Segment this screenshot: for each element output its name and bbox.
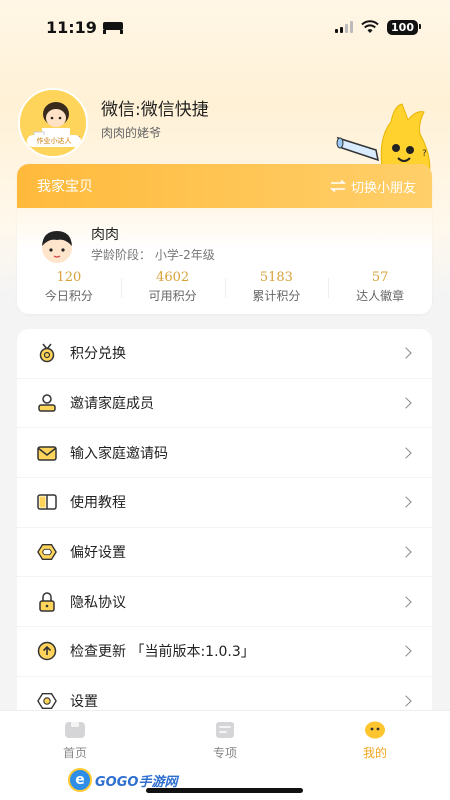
tab-label: 首页 <box>62 746 87 760</box>
menu-item-invite-family[interactable]: 邀请家庭成员 <box>17 379 432 429</box>
update-icon <box>37 641 57 661</box>
chevron-right-icon <box>400 645 412 658</box>
menu-item-privacy[interactable]: 隐私协议 <box>17 577 432 628</box>
diamond-icon <box>37 542 57 562</box>
home-icon <box>65 722 85 738</box>
stat-total-points[interactable]: 5183 累计积分 <box>224 270 329 304</box>
status-bar: 11:19 100 <box>0 0 450 54</box>
stat-today-points[interactable]: 120 今日积分 <box>17 270 121 304</box>
chevron-right-icon <box>400 397 412 409</box>
menu-label: 偏好设置 <box>70 545 126 562</box>
menu-item-tutorial[interactable]: 使用教程 <box>17 478 432 528</box>
svg-text:?: ? <box>422 149 427 159</box>
tab-label: 专项 <box>212 746 237 760</box>
menu-item-points-exchange[interactable]: 积分兑换 <box>17 329 432 379</box>
tab-mine[interactable]: 我的 <box>300 711 450 800</box>
menu-item-enter-invite-code[interactable]: 输入家庭邀请码 <box>17 428 432 479</box>
stage-label: 学龄阶段： <box>91 248 152 262</box>
watermark-text: GOGO手游网 <box>95 774 178 790</box>
chevron-right-icon <box>400 496 412 509</box>
settings-icon <box>37 691 57 711</box>
swap-icon <box>329 180 346 192</box>
stat-label: 累计积分 <box>252 289 301 303</box>
user-avatar[interactable]: 作业小达人 <box>18 88 88 158</box>
switch-child-label: 切换小朋友 <box>350 180 416 196</box>
stat-label: 今日积分 <box>44 289 93 303</box>
stat-badges[interactable]: 57 达人徽章 <box>328 270 432 304</box>
cellular-signal-icon <box>335 21 354 33</box>
menu-label: 输入家庭邀请码 <box>70 445 168 462</box>
menu-label: 隐私协议 <box>70 594 126 611</box>
menu-label: 积分兑换 <box>70 346 126 363</box>
settings-menu: 积分兑换 邀请家庭成员 输入家庭邀请码 使用教程 偏好设置 隐私协议 检查更新 … <box>17 329 432 729</box>
profile-name: 微信:微信快捷 <box>101 100 209 120</box>
stage-value: 小学-2年级 <box>154 248 215 262</box>
stat-value: 4602 <box>156 270 190 285</box>
envelope-icon <box>37 443 57 463</box>
stat-label: 可用积分 <box>148 289 197 303</box>
invite-icon <box>37 393 57 413</box>
chevron-right-icon <box>400 546 412 558</box>
menu-label: 检查更新 「当前版本:1.0.3」 <box>70 644 255 661</box>
menu-label: 设置 <box>70 694 98 711</box>
stat-label: 达人徽章 <box>356 289 405 303</box>
home-indicator <box>146 788 303 793</box>
child-avatar[interactable] <box>37 226 77 266</box>
switch-child-button[interactable]: 切换小朋友 <box>329 177 416 196</box>
stat-value: 120 <box>56 270 82 285</box>
chevron-right-icon <box>400 695 412 707</box>
family-card-header: 我家宝贝 切换小朋友 <box>17 164 432 208</box>
menu-label: 使用教程 <box>70 495 126 512</box>
avatar-badge: 作业小达人 <box>27 135 81 147</box>
menu-label: 邀请家庭成员 <box>70 396 154 413</box>
family-title: 我家宝贝 <box>37 179 93 195</box>
watermark-logo-icon: e <box>68 768 92 792</box>
stat-value: 57 <box>371 270 389 285</box>
chevron-right-icon <box>400 447 412 459</box>
child-name: 肉肉 <box>91 227 119 243</box>
stat-available-points[interactable]: 4602 可用积分 <box>120 270 225 304</box>
book-icon <box>37 492 57 512</box>
child-info: 肉肉 学龄阶段： 小学-2年级 120 今日积分 4602 可用积分 5183 … <box>17 208 432 314</box>
status-time: 11:19 <box>46 17 97 37</box>
family-card: 我家宝贝 切换小朋友 肉肉 学龄阶段： 小学-2年级 120 今日积分 4602… <box>17 164 432 314</box>
topic-icon <box>216 722 234 738</box>
stat-value: 5183 <box>259 270 293 285</box>
menu-item-preferences[interactable]: 偏好设置 <box>17 528 432 578</box>
chevron-right-icon <box>400 596 412 608</box>
profile-relation: 肉肉的姥爷 <box>101 126 162 140</box>
battery-indicator: 100 <box>387 19 421 35</box>
menu-item-check-update[interactable]: 检查更新 「当前版本:1.0.3」 <box>17 627 432 677</box>
mine-icon <box>365 721 385 739</box>
points-stats: 120 今日积分 4602 可用积分 5183 累计积分 57 达人徽章 <box>17 270 432 304</box>
tab-label: 我的 <box>362 746 387 760</box>
medal-icon <box>37 343 57 363</box>
sleep-focus-icon <box>102 22 123 34</box>
wifi-icon <box>361 20 379 33</box>
lock-icon <box>37 592 57 612</box>
child-stage: 学龄阶段： 小学-2年级 <box>91 246 215 263</box>
chevron-right-icon <box>400 347 412 360</box>
